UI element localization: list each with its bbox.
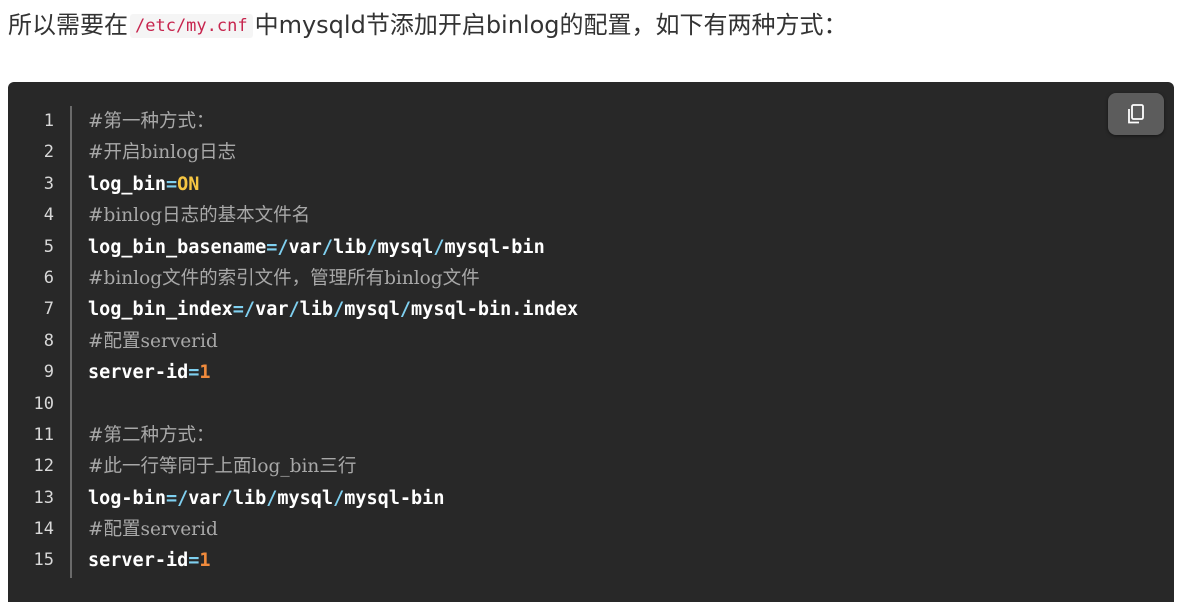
code-text: log_bin=ON xyxy=(88,169,199,200)
code-line: 7 log_bin_index=/var/lib/mysql/mysql-bin.… xyxy=(8,294,1174,325)
code-token-key: server-id xyxy=(88,550,189,572)
code-line: 11 #第二种方式： xyxy=(8,420,1174,451)
code-line: 9 server-id=1 xyxy=(8,357,1174,388)
line-number: 12 xyxy=(33,456,54,477)
code-token-comment: #配置serverid xyxy=(88,330,218,352)
intro-text-before: 所以需要在 xyxy=(8,11,128,39)
code-text: #开启binlog日志 xyxy=(88,137,236,168)
code-token-val: var xyxy=(255,299,289,321)
code-line: 10 xyxy=(8,389,1174,420)
code-text: #binlog日志的基本文件名 xyxy=(88,200,310,231)
code-token-comment: #开启binlog日志 xyxy=(88,142,237,164)
code-text: log-bin=/var/lib/mysql/mysql-bin xyxy=(88,483,444,514)
code-text: #此一行等同于上面log_bin三行 xyxy=(88,451,356,482)
code-text: #第一种方式： xyxy=(88,106,215,137)
code-token-val: mysql xyxy=(277,487,334,509)
code-text: #binlog文件的索引文件，管理所有binlog文件 xyxy=(88,263,480,294)
code-token-eq: / xyxy=(266,487,278,509)
code-line: 12 #此一行等同于上面log_bin三行 xyxy=(8,451,1174,482)
code-token-val: mysql-bin xyxy=(444,236,545,258)
code-line: 4 #binlog日志的基本文件名 xyxy=(8,200,1174,231)
code-token-val: mysql xyxy=(344,299,400,321)
code-token-val: lib xyxy=(333,236,367,258)
code-line: 15 server-id=1 xyxy=(8,545,1174,576)
code-line: 14 #配置serverid xyxy=(8,514,1174,545)
line-number: 7 xyxy=(43,299,54,320)
code-text: #配置serverid xyxy=(88,326,218,357)
code-token-key: server-id xyxy=(88,362,189,384)
code-token-comment: #binlog文件的索引文件，管理所有binlog文件 xyxy=(88,267,480,289)
code-token-eq: =/ xyxy=(232,299,256,321)
code-token-val: mysql-bin.index xyxy=(411,299,579,321)
code-line: 13 log-bin=/var/lib/mysql/mysql-bin xyxy=(8,483,1174,514)
code-line: 1 #第一种方式： xyxy=(8,106,1174,137)
code-token-comment: #第二种方式： xyxy=(88,424,215,446)
code-text: log_bin_index=/var/lib/mysql/mysql-bin.i… xyxy=(88,294,578,325)
line-number: 14 xyxy=(33,519,54,540)
code-token-eq: = xyxy=(188,550,200,572)
intro-paragraph: 所以需要在/etc/my.cnf 中mysqld节添加开启binlog的配置，如下… xyxy=(8,6,848,44)
line-number: 4 xyxy=(43,205,54,226)
line-number: 13 xyxy=(33,487,54,508)
code-token-eq: =/ xyxy=(165,487,189,509)
code-token-eq: / xyxy=(333,487,345,509)
code-token-comment: #配置serverid xyxy=(88,519,218,541)
code-token-val: mysql-bin xyxy=(344,487,445,509)
code-text: server-id=1 xyxy=(88,545,211,576)
code-token-eq: = xyxy=(188,362,200,384)
code-token-num: 1 xyxy=(199,550,211,572)
code-lines: 1 #第一种方式： 2 #开启binlog日志 3 log_bin=ON 4 #binlog日… xyxy=(8,106,1174,577)
line-number: 6 xyxy=(43,267,54,288)
code-line: 5 log_bin_basename=/var/lib/mysql/mysql-b… xyxy=(8,232,1174,263)
intro-text-after: 中mysqld节添加开启binlog的配置，如下有两种方式： xyxy=(254,11,848,39)
code-token-val: var xyxy=(288,236,322,258)
code-token-eq: / xyxy=(333,299,345,321)
code-token-val: lib xyxy=(232,487,267,509)
code-token-num: 1 xyxy=(199,362,211,384)
line-number: 9 xyxy=(43,362,54,383)
code-token-key: log-bin xyxy=(88,487,166,509)
code-token-on: ON xyxy=(177,173,200,195)
line-number: 10 xyxy=(33,393,54,414)
code-token-comment: #binlog日志的基本文件名 xyxy=(88,205,311,227)
code-token-val: var xyxy=(188,487,222,509)
code-text: server-id=1 xyxy=(88,357,211,388)
line-number: 11 xyxy=(33,424,54,445)
line-number: 2 xyxy=(43,142,54,163)
line-number: 1 xyxy=(43,111,54,131)
code-text: log_bin_basename=/var/lib/mysql/mysql-bi… xyxy=(88,232,545,263)
code-block: 1 #第一种方式： 2 #开启binlog日志 3 log_bin=ON 4 #binlog日… xyxy=(8,82,1174,602)
line-number: 15 xyxy=(33,550,54,571)
line-number: 8 xyxy=(43,330,54,351)
code-token-eq: = xyxy=(165,173,178,195)
inline-code-path: /etc/my.cnf xyxy=(130,14,253,38)
code-text: #第二种方式： xyxy=(88,420,215,451)
code-line: 8 #配置serverid xyxy=(8,326,1174,357)
code-token-comment: #第一种方式： xyxy=(88,111,215,132)
code-token-eq: / xyxy=(433,236,445,258)
code-line: 2 #开启binlog日志 xyxy=(8,137,1174,168)
code-token-eq: / xyxy=(321,236,334,258)
code-token-eq: =/ xyxy=(266,236,289,258)
code-text: #配置serverid xyxy=(88,514,218,545)
line-number: 3 xyxy=(43,173,54,194)
code-token-key: log_bin xyxy=(88,173,166,195)
code-token-key: log_bin_index xyxy=(88,299,233,321)
code-token-val: mysql xyxy=(377,236,434,258)
code-token-val: lib xyxy=(299,299,334,321)
code-token-key: log_bin_basename xyxy=(88,236,267,258)
code-token-eq: / xyxy=(288,299,300,321)
code-line: 3 log_bin=ON xyxy=(8,169,1174,200)
line-number: 5 xyxy=(43,236,54,257)
code-token-eq: / xyxy=(399,299,412,321)
code-token-eq: / xyxy=(221,487,233,509)
code-token-comment: #此一行等同于上面log_bin三行 xyxy=(88,456,357,478)
code-token-eq: / xyxy=(366,236,378,258)
code-line: 6 #binlog文件的索引文件，管理所有binlog文件 xyxy=(8,263,1174,294)
